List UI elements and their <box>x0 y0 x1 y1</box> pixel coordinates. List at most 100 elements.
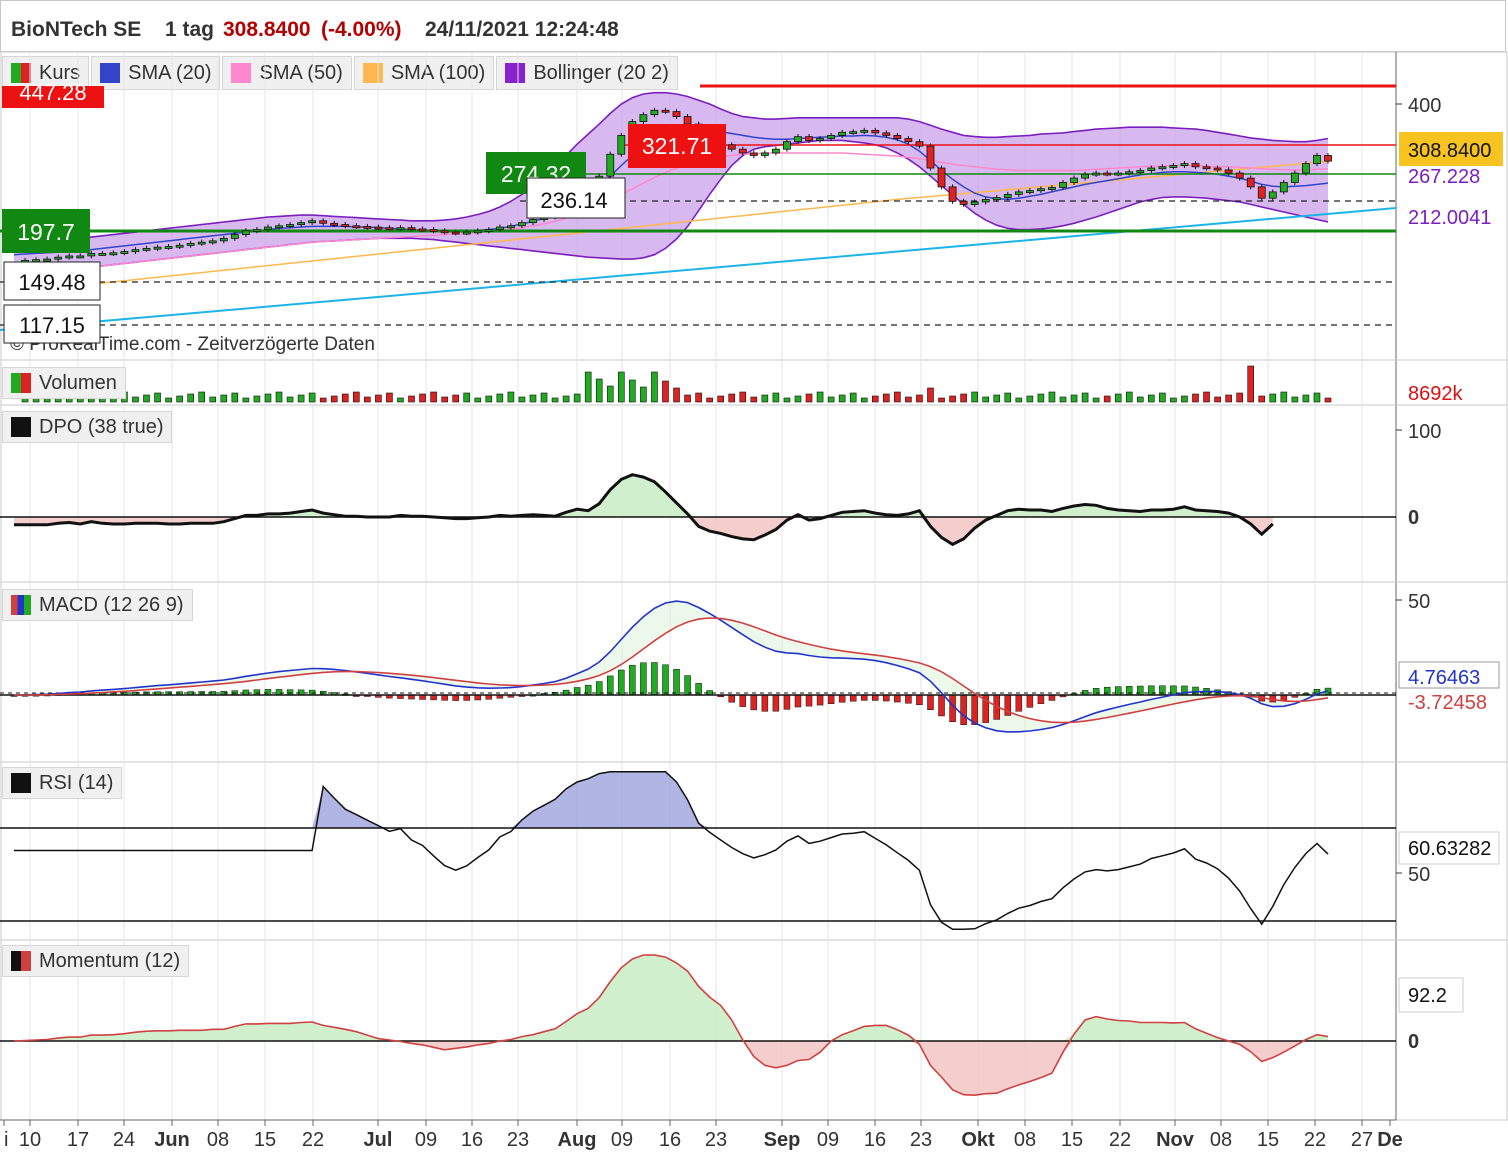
candle-body <box>187 243 194 245</box>
candle-body <box>364 226 371 228</box>
macd-histogram-bar <box>905 695 911 703</box>
sma20-value: 267.228 <box>1408 166 1480 188</box>
legend-macd[interactable]: MACD (12 26 9) <box>2 589 193 621</box>
volume-bar <box>265 394 271 402</box>
volume-bar <box>508 392 514 402</box>
candle-body <box>154 247 161 249</box>
x-axis-label: Aug <box>558 1129 597 1151</box>
macd-histogram-bar <box>817 695 823 705</box>
volume-bar <box>232 393 238 402</box>
macd-tick-50: 50 <box>1408 591 1430 613</box>
x-axis-label: 16 <box>864 1129 886 1151</box>
macd-histogram-bar <box>409 695 415 699</box>
volume-bar <box>1281 392 1287 402</box>
momentum-value: 92.2 <box>1408 985 1447 1007</box>
candle-body <box>1026 191 1033 193</box>
candle-body <box>231 235 238 239</box>
legend-label: Momentum (12) <box>39 950 180 973</box>
volume-bar <box>342 394 348 402</box>
price-legend: Kurs SMA (20) SMA (50) SMA (100) Bolling… <box>2 56 678 90</box>
legend-sma20[interactable]: SMA (20) <box>91 56 220 90</box>
x-axis-label: 16 <box>461 1129 483 1151</box>
legend-sma50[interactable]: SMA (50) <box>222 56 351 90</box>
macd-histogram-bar <box>22 695 28 697</box>
macd-histogram-bar <box>1115 687 1121 695</box>
macd-histogram-bar <box>850 695 856 701</box>
volume-bar <box>1038 394 1044 402</box>
candle-body <box>507 226 514 228</box>
momentum-panel: 92.2 0 <box>0 954 1463 1096</box>
volume-bar <box>210 397 216 402</box>
volume-bar <box>784 398 790 402</box>
volume-bar <box>519 397 525 402</box>
x-axis-label: 15 <box>254 1129 276 1151</box>
volume-bar <box>409 396 415 402</box>
volume-bar <box>905 397 911 402</box>
macd-histogram-bar <box>309 690 315 695</box>
candle-body <box>927 146 934 168</box>
volume-bar <box>353 392 359 402</box>
volume-bar <box>1082 393 1088 402</box>
legend-sma100[interactable]: SMA (100) <box>354 56 494 90</box>
candle-body <box>706 135 713 140</box>
volume-bar <box>276 392 282 402</box>
volume-bar <box>1192 394 1198 402</box>
macd-histogram-bar <box>994 695 1000 719</box>
momentum-tick-0: 0 <box>1408 1031 1419 1053</box>
legend-label: MACD (12 26 9) <box>39 594 184 617</box>
candle-body <box>1059 182 1066 187</box>
candle-body <box>529 220 536 223</box>
macd-histogram-bar <box>1071 693 1077 695</box>
volume-bar <box>1325 398 1331 402</box>
sma20-line <box>14 127 1328 255</box>
legend-volume[interactable]: Volumen <box>2 367 126 399</box>
candle-body <box>1071 178 1078 182</box>
volume-bar <box>1071 395 1077 402</box>
label-274-bg <box>486 152 586 194</box>
candle-body <box>408 228 415 230</box>
legend-label: Kurs <box>39 62 80 85</box>
volume-bar <box>1270 394 1276 402</box>
macd-histogram-bar <box>99 693 105 695</box>
legend-momentum[interactable]: Momentum (12) <box>2 945 189 977</box>
interval-label[interactable]: 1 tag <box>165 18 214 42</box>
volume-bar <box>751 397 757 402</box>
candle-body <box>971 202 978 205</box>
legend-bollinger[interactable]: Bollinger (20 2) <box>496 56 678 90</box>
x-axis: i101724Jun081522Jul091623Aug091623Sep091… <box>4 1120 1403 1151</box>
candle-body <box>717 140 724 144</box>
legend-label: RSI (14) <box>39 772 113 795</box>
macd-histogram-bar <box>110 692 116 695</box>
volume-bar <box>309 393 315 402</box>
candle-body <box>993 198 1000 200</box>
volume-bar <box>607 386 613 402</box>
volume-bar <box>254 396 260 402</box>
macd-histogram-bar <box>707 691 713 695</box>
candle-body <box>165 247 172 249</box>
legend-dpo[interactable]: DPO (38 true) <box>2 411 172 443</box>
macd-histogram-bar <box>188 692 194 695</box>
volume-bar <box>1027 396 1033 402</box>
label-117-bg <box>4 305 100 343</box>
macd-histogram-bar <box>1248 695 1254 697</box>
bollinger-lower-value: 212.0041 <box>1408 207 1491 229</box>
macd-histogram-bar <box>88 693 94 695</box>
macd-histogram-bar <box>640 663 646 695</box>
candle-body <box>77 256 84 258</box>
macd-value-box <box>1399 662 1499 688</box>
volume-bar <box>1237 393 1243 402</box>
macd-histogram-bar <box>530 695 536 697</box>
macd-histogram-bar <box>508 695 514 697</box>
macd-histogram-bar <box>475 695 481 700</box>
candle-body <box>662 110 669 112</box>
candle-body <box>783 142 790 150</box>
candle-body <box>496 227 503 230</box>
candle-body <box>695 124 702 135</box>
candle-body <box>629 122 636 136</box>
color-swatch-icon <box>363 63 383 83</box>
legend-kurs[interactable]: Kurs <box>2 56 89 90</box>
macd-histogram-bar <box>287 690 293 695</box>
macd-histogram-bar <box>1038 695 1044 704</box>
candle-body <box>684 117 691 125</box>
legend-rsi[interactable]: RSI (14) <box>2 767 122 799</box>
